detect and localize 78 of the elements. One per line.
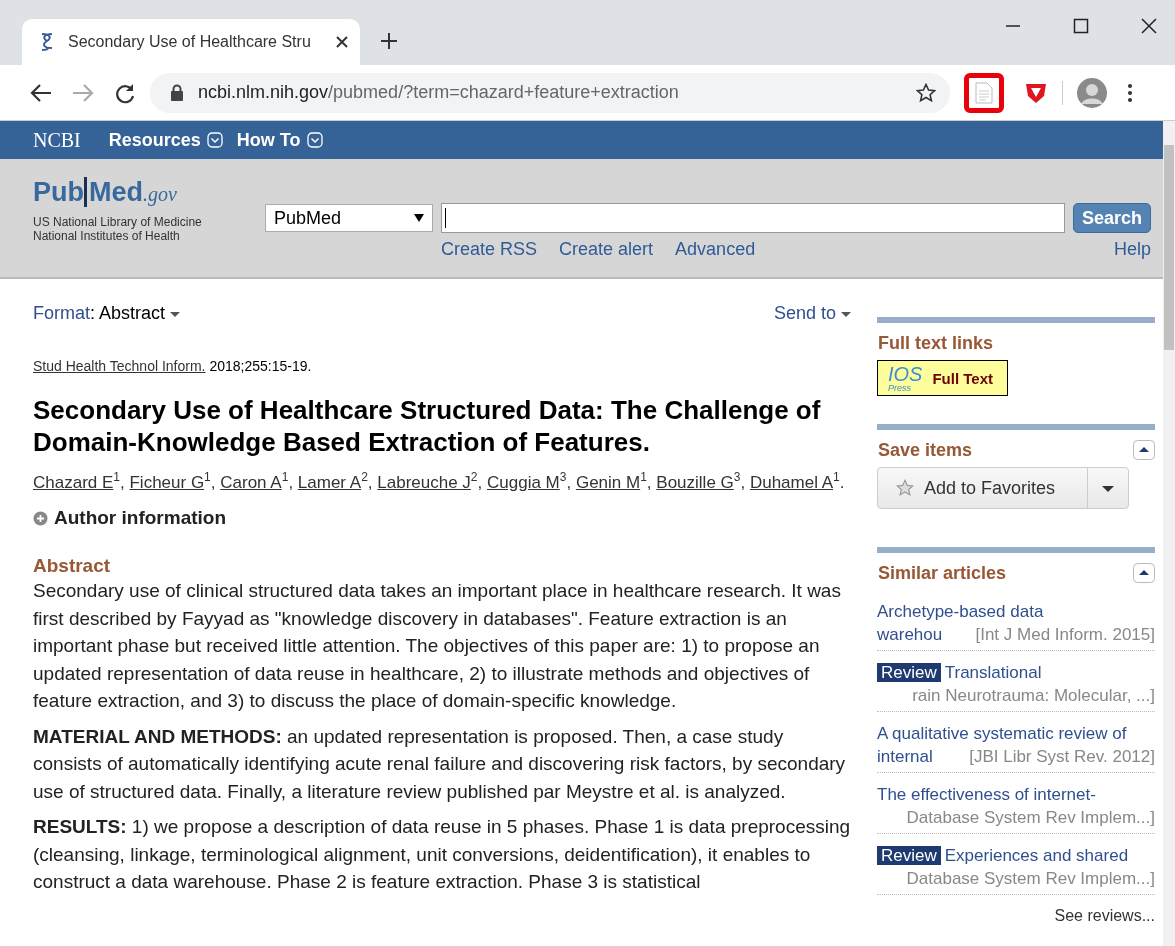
similar-article-item[interactable]: The effectiveness of internet- Database System Rev Implem...]: [877, 779, 1155, 834]
article-link[interactable]: Experiences and shared: [944, 846, 1129, 865]
database-select[interactable]: PubMed: [265, 204, 433, 232]
send-to-dropdown[interactable]: Send to: [773, 303, 851, 324]
article-link[interactable]: A qualitative systematic review of: [877, 724, 1127, 743]
article-source: rain Neurotrauma: Molecular, ...]: [912, 685, 1155, 707]
abstract-paragraph: MATERIAL AND METHODS: an updated representation is proposed. Then, a case study consists of automatically identifying acute renal failure and discovering risk factors, by secondary use of structured data. Finally, a literature review published par Meystre et al. is analyzed.: [33, 724, 847, 804]
plus-icon: [33, 510, 48, 526]
new-tab-icon[interactable]: [380, 32, 398, 50]
header-link[interactable]: Advanced: [675, 239, 756, 260]
author-information-toggle[interactable]: Author information: [33, 507, 851, 529]
nav-menu[interactable]: How To: [236, 129, 301, 151]
extension-button[interactable]: [964, 72, 1004, 113]
article-link[interactable]: The effectiveness of internet-: [877, 785, 1096, 804]
collapse-toggle-icon[interactable]: [1133, 440, 1155, 460]
back-arrow-icon[interactable]: [30, 82, 52, 103]
article-link[interactable]: internal: [877, 745, 933, 768]
organization-text: US National Library of Medicine: [33, 215, 203, 229]
article-source: [JBI Libr Syst Rev. 2012]: [969, 746, 1155, 768]
tab-title: Secondary Use of Healthcare Stru: [68, 33, 312, 51]
section-heading: Abstract: [33, 555, 112, 577]
format-dropdown[interactable]: Format: Abstract: [33, 303, 181, 324]
section-heading: Full text links: [878, 333, 995, 354]
article-source: [Int J Med Inform. 2015]: [975, 624, 1155, 646]
abstract-paragraph: Secondary use of clinical structured data takes an important place in healthcare research. It was first described by Fayyad as "knowledge discovery in databases". Feature extraction is an important phase but received little attention. The objectives of this paper are: 1) to propose an updated representation of data reuse in healthcare, 2) to illustrate methods and objectives of feature extraction, and 3) to discuss the place of domain-specific knowledge.: [33, 579, 842, 713]
browser-tab[interactable]: Secondary Use of Healthcare Stru: [22, 19, 360, 65]
lock-icon: [170, 84, 184, 101]
see-reviews-link[interactable]: See reviews...: [1054, 907, 1155, 925]
similar-article-item[interactable]: Archetype-based data warehou [Int J Med Inform. 2015]: [877, 596, 1155, 651]
journal-link[interactable]: Stud Health Technol Inform.: [33, 358, 206, 374]
author-link[interactable]: Chazard E: [33, 473, 114, 492]
abstract-paragraph: RESULTS: 1) we propose a description of data reuse in 5 phases. Phase 1 is data preprocessing (cleansing, linkage, terminological alignment, unit conversions, deidentification), it enables to construct a data warehouse. Phase 2 is feature extraction. Phase 3 is statistical: [33, 815, 851, 894]
article-link[interactable]: Translational: [944, 663, 1042, 682]
search-button[interactable]: Search: [1072, 203, 1151, 233]
full-text-link[interactable]: IOS Press Full Text: [877, 360, 1008, 396]
author-link[interactable]: Ficheur G: [129, 473, 205, 492]
organization-text: National Institutes of Health: [33, 229, 181, 243]
menu-icon[interactable]: [1127, 82, 1133, 103]
help-link[interactable]: Help: [1113, 239, 1151, 260]
author-link[interactable]: Lamer A: [297, 473, 362, 492]
article-link[interactable]: Archetype-based data: [877, 602, 1044, 621]
scrollbar[interactable]: [1163, 121, 1175, 946]
section-heading: Save items: [878, 440, 973, 461]
similar-article-item[interactable]: Review Experiences and shared Database System Rev Implem...]: [877, 840, 1155, 895]
author-list: Chazard E$^{1}$, Ficheur G$^{1}$, Caron A$^{1}$, Lamer A$^{2}$, Labreuche J$^{2}$, Cuggia M$^{3}$, Genin M$^{1}$, Bouzille G$^{3}$, Duhamel A$^{1}$.: [33, 470, 851, 495]
author-link[interactable]: Labreuche J: [377, 473, 471, 492]
header-link[interactable]: Create alert: [559, 239, 654, 260]
citation-details: 2018;255:15-19.: [209, 358, 312, 374]
section-heading: Similar articles: [878, 563, 1007, 584]
author-link[interactable]: Caron A: [220, 473, 282, 492]
author-link[interactable]: Genin M: [575, 473, 641, 492]
close-icon[interactable]: [1141, 18, 1157, 34]
article-title: Secondary Use of Healthcare Structured Data: The Challenge of Domain-Knowledge Based Extraction of Features.: [33, 394, 822, 458]
maximize-icon[interactable]: [1073, 18, 1089, 34]
author-link[interactable]: Cuggia M: [487, 473, 560, 492]
star-icon[interactable]: [916, 82, 936, 103]
collapse-toggle-icon[interactable]: [1133, 563, 1155, 583]
header-link[interactable]: Create RSS: [441, 239, 538, 260]
chevron-down-icon[interactable]: [306, 132, 323, 148]
chevron-down-icon[interactable]: [206, 132, 223, 148]
avatar-icon[interactable]: [1077, 77, 1107, 108]
article-source: Database System Rev Implem...]: [906, 868, 1155, 890]
author-link[interactable]: Bouzille G: [656, 473, 734, 492]
review-badge: Review: [877, 846, 941, 865]
nav-menu[interactable]: Resources: [108, 129, 201, 151]
article-link[interactable]: warehou: [877, 623, 943, 646]
ncbi-logo[interactable]: NCBI: [33, 128, 81, 152]
search-field[interactable]: [441, 203, 1065, 233]
close-icon[interactable]: [336, 36, 348, 48]
article-source: Database System Rev Implem...]: [906, 807, 1155, 829]
author-link[interactable]: Duhamel A: [749, 473, 834, 492]
similar-article-item[interactable]: Review Translational rain Neurotrauma: Molecular, ...]: [877, 657, 1155, 712]
similar-article-item[interactable]: A qualitative systematic review of internal [JBI Libr Syst Rev. 2012]: [877, 718, 1155, 773]
review-badge: Review: [877, 663, 941, 682]
document-icon: [975, 81, 993, 104]
star-icon: [896, 479, 914, 497]
address-bar[interactable]: ncbi.nlm.nih.gov/pubmed/?term=chazard+feature+extraction: [150, 72, 950, 113]
pubmed-logo[interactable]: Pub Med.gov: [33, 177, 265, 213]
